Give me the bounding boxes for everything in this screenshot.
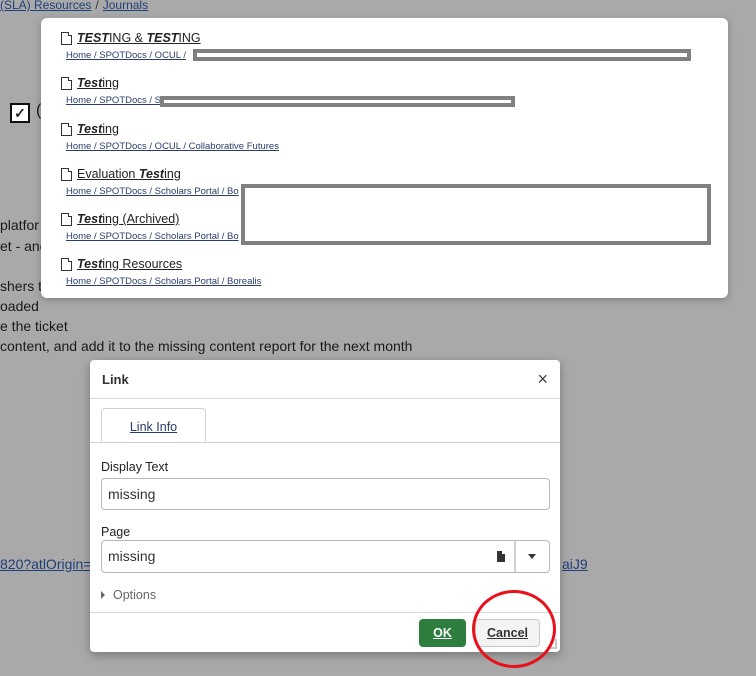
- highlight-circle: [472, 590, 556, 668]
- chevron-right-icon: [101, 591, 105, 599]
- page-suggestion-list: TESTING & TESTING Home / SPOTDocs / OCUL…: [41, 18, 728, 298]
- bg-link[interactable]: aiJ9: [562, 556, 588, 572]
- bg-text-line: oaded: [0, 298, 39, 314]
- page-icon: [61, 31, 72, 45]
- page-dropdown-button[interactable]: [516, 541, 549, 572]
- suggestion-path: Home / SPOTDocs / Scholars Portal / Bore…: [66, 276, 262, 287]
- page-icon: [61, 122, 72, 136]
- breadcrumb-separator: /: [95, 0, 99, 12]
- page-field: missing: [101, 540, 550, 573]
- suggestion-item[interactable]: Testing Home / SPOTDocs / OCUL / Collabo…: [61, 121, 711, 152]
- redaction-box: [193, 49, 691, 61]
- display-text-label: Display Text: [101, 460, 169, 474]
- breadcrumb: (SLA) Resources / Journals: [0, 0, 148, 12]
- close-icon[interactable]: ×: [537, 369, 548, 390]
- chevron-down-icon: [528, 554, 536, 559]
- bg-text-line: platfor: [0, 217, 39, 233]
- suggestion-title: Testing Resources: [77, 257, 183, 271]
- redaction-box: [160, 96, 515, 107]
- suggestion-title: Testing: [77, 76, 119, 90]
- page-input[interactable]: missing: [108, 541, 155, 572]
- file-icon[interactable]: [497, 551, 505, 562]
- bg-link[interactable]: 820?atlOrigin=e: [0, 556, 99, 572]
- dialog-title: Link: [102, 372, 129, 387]
- suggestion-title: Testing: [77, 122, 119, 136]
- dialog-tabbar: Link Info: [90, 408, 560, 443]
- page-label: Page: [101, 525, 131, 539]
- display-text-field[interactable]: missing: [101, 478, 550, 510]
- bg-text-line: content, and add it to the missing conte…: [0, 338, 413, 354]
- page-icon: [61, 257, 72, 271]
- ok-button[interactable]: OK: [419, 619, 466, 647]
- breadcrumb-item[interactable]: Journals: [103, 0, 148, 12]
- tab-link-info[interactable]: Link Info: [101, 408, 206, 442]
- suggestion-title: Testing (Archived): [77, 212, 180, 226]
- suggestion-title: TESTING & TESTING: [77, 31, 201, 45]
- bg-text-line: shers t: [0, 278, 43, 294]
- task-checkbox[interactable]: ✓: [10, 103, 30, 123]
- suggestion-item[interactable]: Testing Resources Home / SPOTDocs / Scho…: [61, 256, 711, 287]
- page-icon: [61, 76, 72, 90]
- breadcrumb-item[interactable]: (SLA) Resources: [0, 0, 91, 12]
- redaction-box: [241, 184, 711, 245]
- suggestion-path: Home / SPOTDocs / OCUL / Collaborative F…: [66, 141, 279, 152]
- bg-text-line: e the ticket: [0, 318, 68, 334]
- page-icon: [61, 212, 72, 226]
- options-toggle[interactable]: Options: [101, 588, 156, 602]
- dialog-header: Link ×: [90, 360, 560, 399]
- suggestion-title: Evaluation Testing: [77, 167, 181, 181]
- options-label: Options: [113, 588, 157, 602]
- page-icon: [61, 167, 72, 181]
